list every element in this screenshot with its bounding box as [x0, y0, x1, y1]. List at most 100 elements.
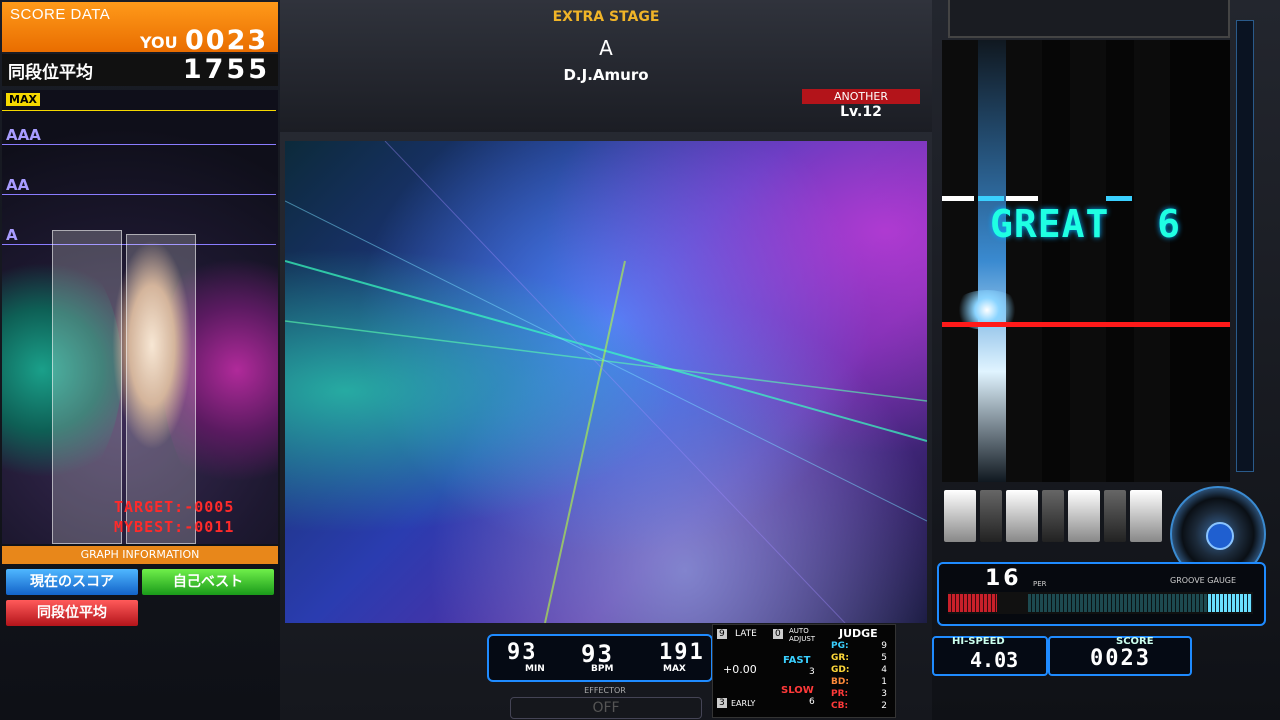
- hispeed-value: 4.03: [970, 648, 1019, 672]
- graph-personal-best-button[interactable]: 自己ベスト: [142, 569, 274, 595]
- lane-1: [942, 40, 978, 482]
- auto-adjust-label: AUTO ADJUST: [789, 627, 816, 643]
- judge-row-label: PG:: [831, 641, 849, 651]
- grade-aaa-line: [2, 144, 276, 145]
- song-title: A: [599, 36, 613, 60]
- difficulty-badge: ANOTHER: [802, 89, 920, 104]
- timing-offset: +0.00: [723, 663, 757, 676]
- graph-avg-button[interactable]: 同段位平均: [6, 600, 138, 626]
- current-score-bar: [52, 230, 122, 544]
- judge-row-label: PR:: [831, 689, 849, 699]
- bpm-max-label: MAX: [663, 664, 686, 674]
- score-value: 0023: [1090, 646, 1151, 671]
- graph-current-score-button[interactable]: 現在のスコア: [6, 569, 138, 595]
- key-7: [1130, 490, 1162, 542]
- gauge-empty: [1028, 594, 1208, 612]
- hispeed-label: HI-SPEED: [952, 636, 1005, 647]
- effector-value: OFF: [510, 697, 702, 719]
- judge-line: [942, 322, 1230, 327]
- bpm-label: BPM: [591, 664, 614, 674]
- note-white-2: [1006, 196, 1038, 201]
- grade-aa-line: [2, 194, 276, 195]
- stage-label: EXTRA STAGE: [552, 9, 660, 25]
- grade-aaa-label: AAA: [6, 126, 41, 144]
- key-6: [1104, 490, 1126, 542]
- lane-cover-slider[interactable]: [1236, 20, 1254, 472]
- lane-7: [1134, 40, 1170, 482]
- effector-label: EFFECTOR: [584, 686, 626, 695]
- judge-row-count: 3: [881, 689, 887, 699]
- key-5: [1068, 490, 1100, 542]
- grade-a-label: A: [6, 226, 18, 244]
- bga-lasers: [285, 141, 927, 623]
- target-diff: TARGET:-0005: [114, 498, 235, 516]
- judge-row-count: 1: [881, 677, 887, 687]
- lane-2: [978, 40, 1006, 482]
- bpm-min-label: MIN: [525, 664, 545, 674]
- lane-3: [1006, 40, 1042, 482]
- slow-label: SLOW: [781, 685, 814, 696]
- bpm-max: 191: [659, 640, 705, 665]
- score-display: SCORE 0023: [1048, 636, 1192, 676]
- level-label: Lv.12: [840, 104, 882, 120]
- turntable-center: [1206, 522, 1234, 550]
- gauge-label: GROOVE GAUGE: [1170, 576, 1237, 585]
- fast-count: 3: [809, 667, 815, 677]
- grade-max-line: [2, 110, 276, 111]
- you-label: YOU: [140, 33, 178, 52]
- gauge-fill: [948, 594, 997, 612]
- background-animation: [285, 141, 927, 623]
- playfield-top-frame: [948, 0, 1230, 38]
- note-white-1: [942, 196, 974, 201]
- note-blue-2: [1106, 196, 1132, 201]
- lane-4: [1042, 40, 1070, 482]
- avg-score: 1755: [182, 54, 270, 85]
- judge-row-label: BD:: [831, 677, 849, 687]
- avg-label: 同段位平均: [8, 63, 93, 83]
- judge-popup-text: GREAT: [990, 202, 1110, 246]
- judge-row-label: CB:: [831, 701, 849, 711]
- judge-row-count: 5: [881, 653, 887, 663]
- note-blue-1: [978, 196, 1004, 201]
- auto-adjust-key: 0: [773, 629, 783, 639]
- judge-row-count: 9: [881, 641, 887, 651]
- avg-score-row: 同段位平均 1755: [2, 54, 278, 86]
- lane-5: [1070, 40, 1106, 482]
- you-score: 0023: [185, 25, 269, 56]
- gauge-per: PER: [1033, 580, 1047, 588]
- judge-popup: GREAT 6: [990, 202, 1181, 246]
- grade-aa-label: AA: [6, 176, 30, 194]
- groove-gauge-bar: [948, 592, 1253, 614]
- key-1: [944, 490, 976, 542]
- key-3: [1006, 490, 1038, 542]
- mybest-diff: MYBEST:-0011: [114, 518, 235, 536]
- song-artist: D.J.Amuro: [563, 66, 649, 84]
- judge-panel: 9 LATE 0 AUTO ADJUST JUDGE +0.00 FAST 3 …: [712, 624, 896, 718]
- hispeed-display: HI-SPEED 4.03: [932, 636, 1048, 676]
- late-label: LATE: [735, 629, 757, 639]
- bpm-display: 93 93 191 MIN BPM MAX: [487, 634, 713, 682]
- score-header: SCORE DATA YOU 0023: [2, 2, 278, 56]
- late-key: 9: [717, 629, 727, 639]
- fast-label: FAST: [783, 655, 811, 666]
- judge-row-label: GR:: [831, 653, 849, 663]
- score-data-title: SCORE DATA: [10, 6, 111, 23]
- judge-row-label: GD:: [831, 665, 850, 675]
- combo-count: 6: [1157, 202, 1182, 246]
- judge-row-count: 2: [881, 701, 887, 711]
- key-2: [980, 490, 1002, 542]
- gauge-clear-zone: [1208, 594, 1252, 612]
- early-key: 3: [717, 698, 727, 708]
- grade-max-label: MAX: [6, 93, 40, 106]
- bpm-min: 93: [507, 640, 538, 665]
- score-graph: MAX AAA AA A TARGET:-0005 MYBEST:-0011: [2, 90, 278, 544]
- key-4: [1042, 490, 1064, 542]
- note-lanes: [942, 40, 1230, 482]
- early-label: EARLY: [731, 699, 756, 708]
- lane-6: [1106, 40, 1134, 482]
- graph-info-label: GRAPH INFORMATION: [2, 546, 278, 564]
- slow-count: 6: [809, 697, 815, 707]
- gauge-value: 16: [985, 566, 1022, 591]
- judge-row-count: 4: [881, 665, 887, 675]
- judge-title: JUDGE: [839, 627, 878, 640]
